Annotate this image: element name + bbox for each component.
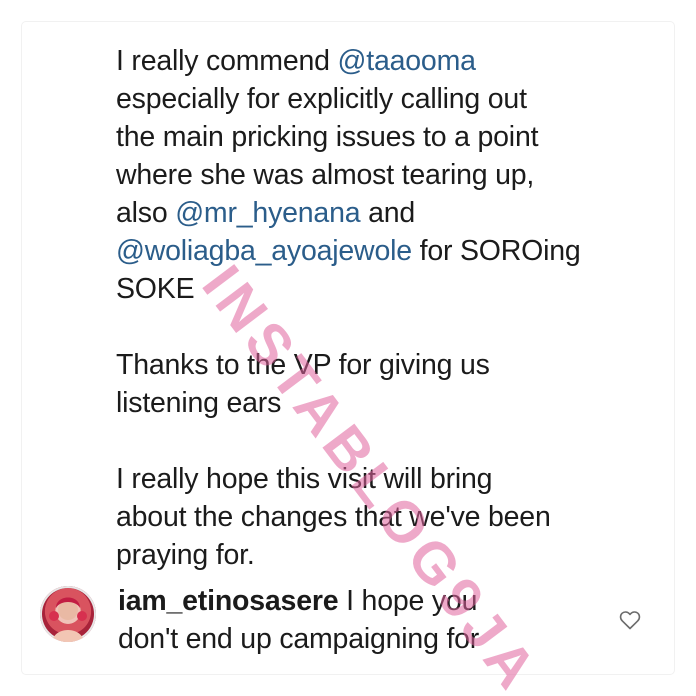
caption-line: where she was almost tearing up, [116, 159, 535, 191]
comment-text: iam_etinosasere I hope you don't end up … [118, 582, 638, 658]
caption-line: @woliagba_ayoajewole for SOROing [116, 235, 581, 267]
caption-line: I really hope this visit will bring [116, 463, 493, 495]
heart-outline-icon[interactable] [618, 608, 642, 632]
user-avatar[interactable] [40, 586, 96, 642]
caption-line: praying for. [116, 539, 255, 571]
caption-line: Thanks to the VP for giving us [116, 349, 490, 381]
caption-line: about the changes that we've been [116, 501, 551, 533]
caption-line: also @mr_hyenana and [116, 197, 416, 229]
mention-link[interactable]: @woliagba_ayoajewole [116, 235, 412, 267]
comment-username[interactable]: iam_etinosasere [118, 585, 339, 617]
comment-line: iam_etinosasere I hope you [118, 585, 478, 617]
mention-link[interactable]: @taaooma [338, 45, 476, 77]
caption-line: especially for explicitly calling out [116, 83, 527, 115]
avatar-portrait-icon [49, 597, 87, 642]
caption-line: the main pricking issues to a point [116, 121, 539, 153]
comment-line: don't end up campaigning for [118, 623, 480, 655]
comment-row: iam_etinosasere I hope you don't end up … [40, 585, 660, 666]
caption-line: I really commend @taaooma [116, 45, 476, 77]
caption-line: SOKE [116, 273, 195, 305]
post-caption: I really commend @taaooma especially for… [116, 42, 656, 574]
caption-line: listening ears [116, 387, 282, 419]
mention-link[interactable]: @mr_hyenana [175, 197, 360, 229]
